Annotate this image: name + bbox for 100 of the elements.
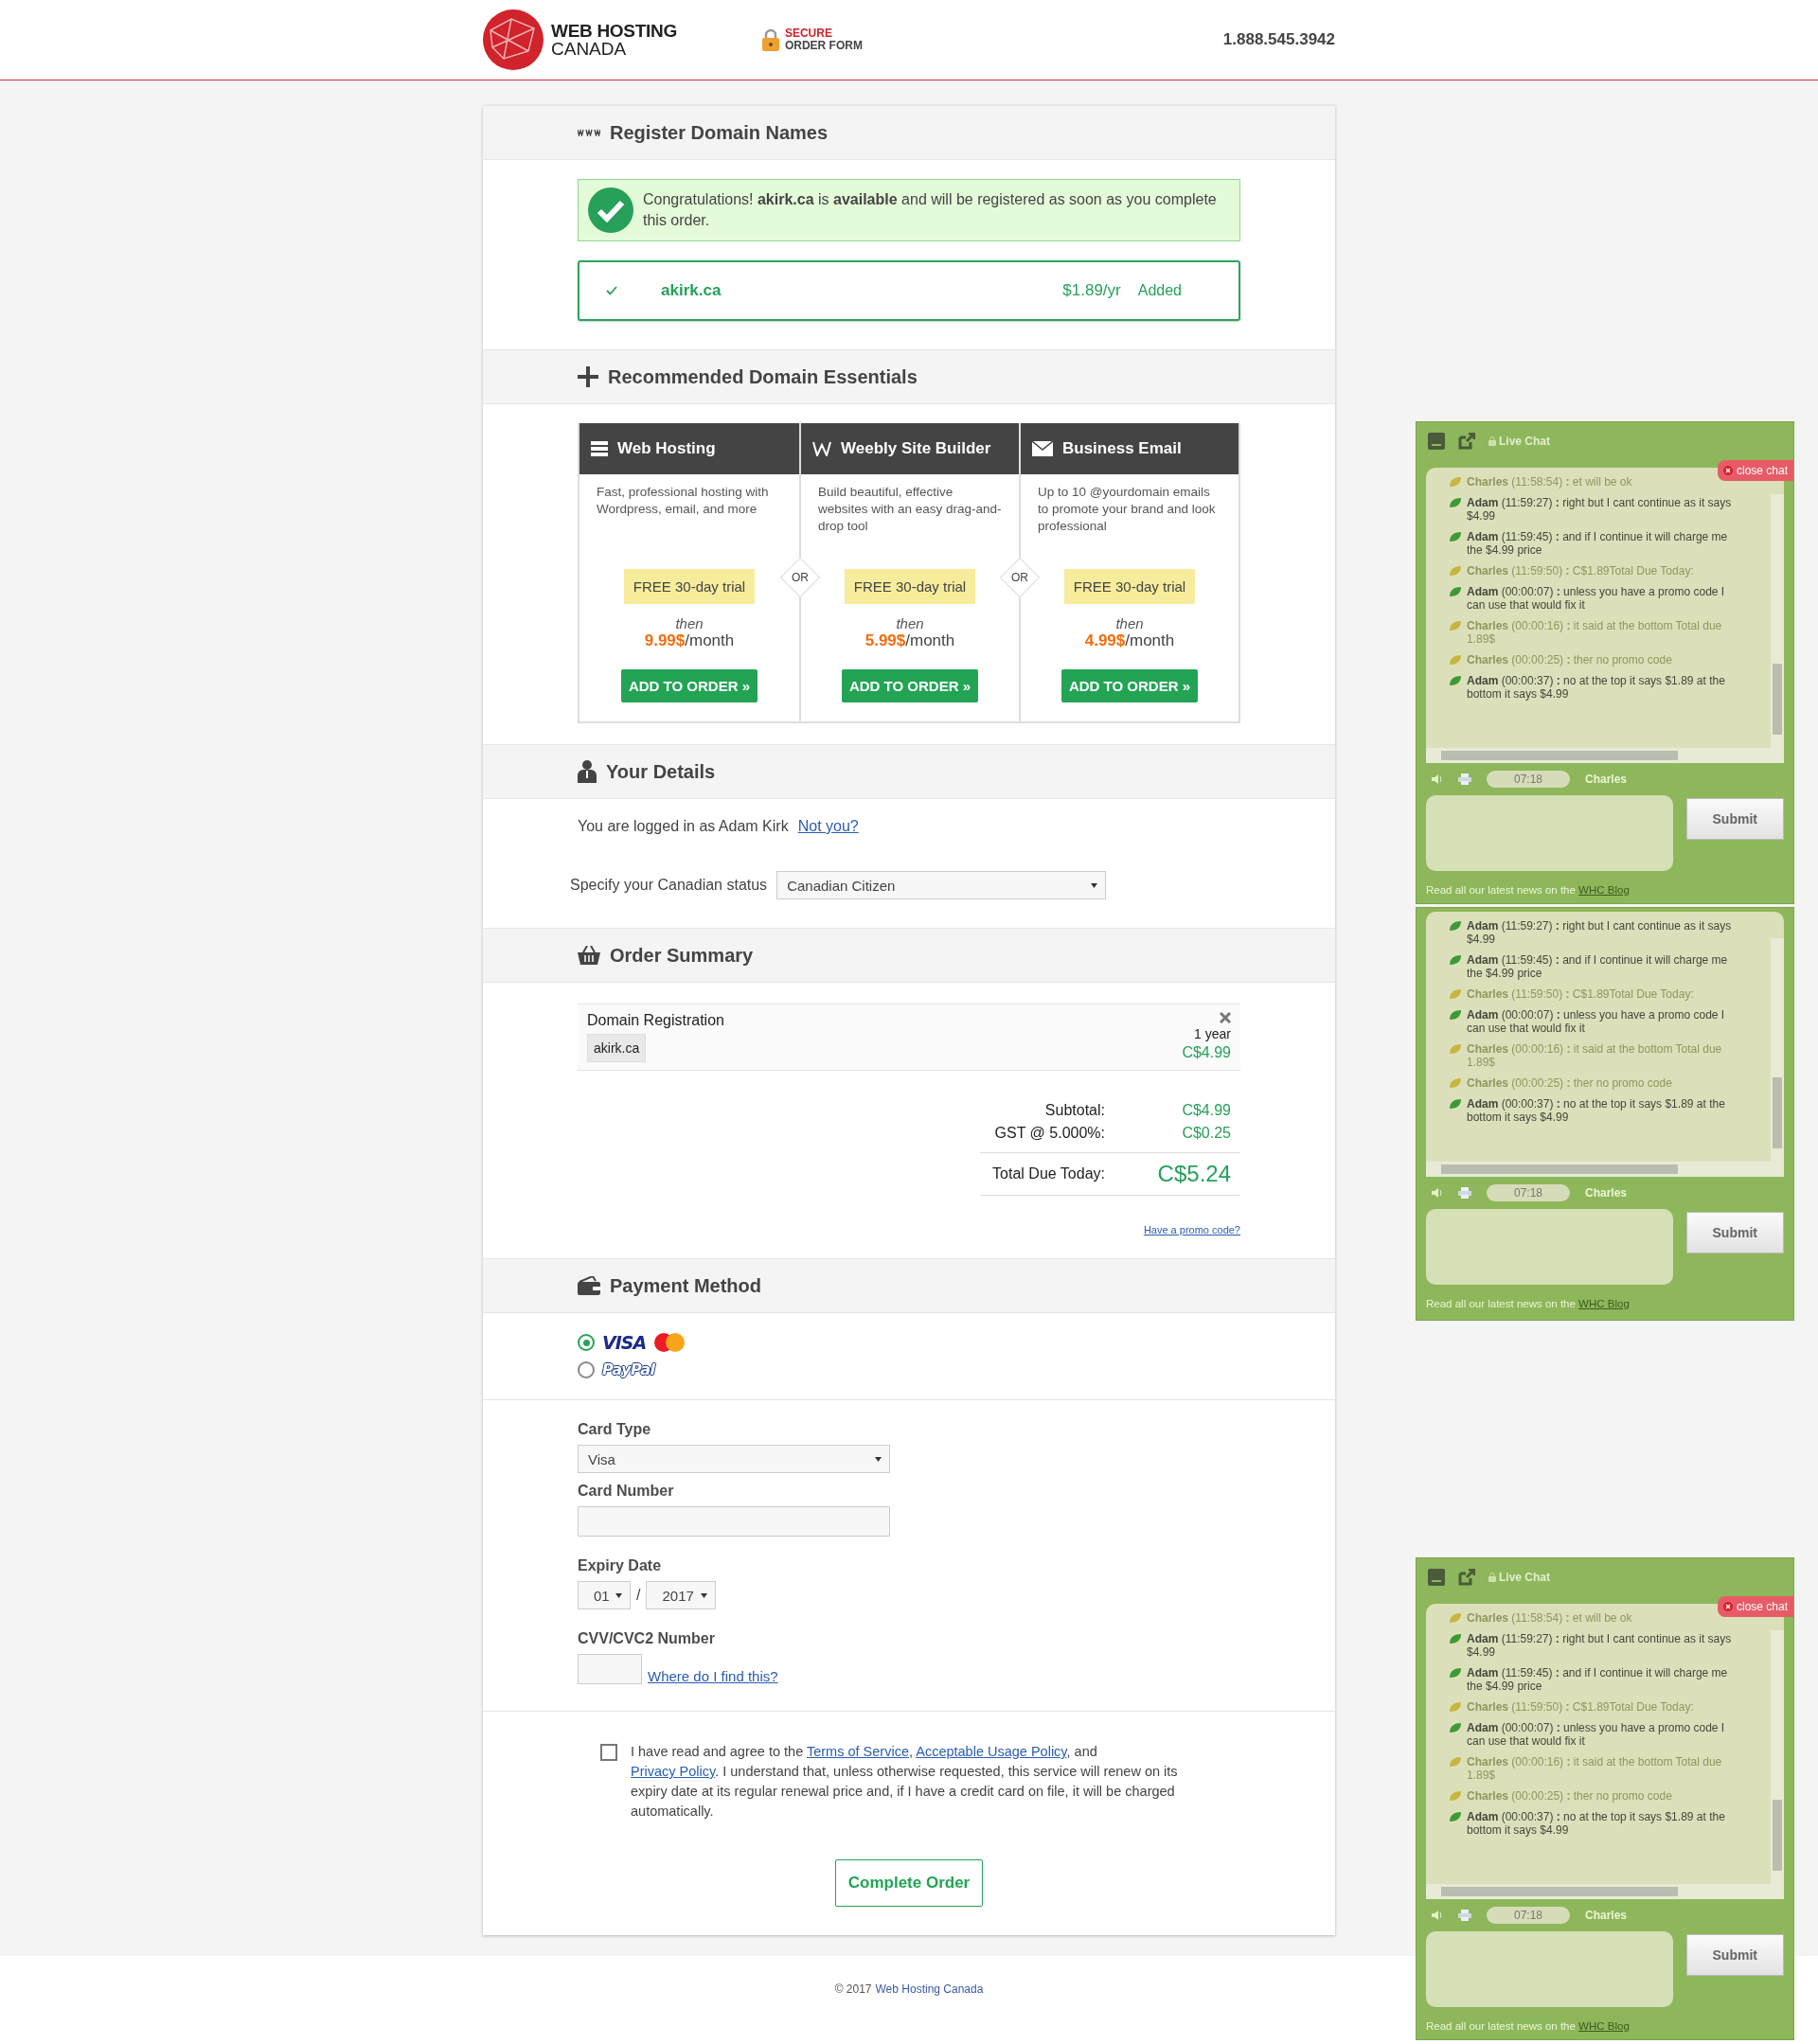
secure-label: SECURE: [784, 27, 833, 40]
agent-name: Charles: [1585, 773, 1628, 786]
scrollbar[interactable]: [1426, 748, 1784, 763]
year-select[interactable]: 2017: [646, 1581, 717, 1609]
chat-input[interactable]: [1426, 1209, 1673, 1285]
promo-code-link[interactable]: Have a promo code?: [1143, 1224, 1240, 1235]
phone-number: 1.888.545.3942: [1222, 30, 1335, 49]
card-number-field[interactable]: [578, 1506, 890, 1537]
chat-message: Adam (00:00:37) : no at the top it says $1.89 at the bottom it says $4.99: [1467, 674, 1726, 701]
lock-icon: [1488, 436, 1496, 446]
close-chat-button[interactable]: close chat: [1717, 1596, 1793, 1617]
item-term: 1 year: [1194, 1026, 1231, 1041]
leaf-icon: [1449, 1667, 1462, 1679]
close-chat-button[interactable]: close chat: [1717, 460, 1793, 481]
chat-input[interactable]: [1426, 1931, 1673, 2007]
leaf-icon: [1449, 675, 1462, 686]
add-to-order-button[interactable]: ADD TO ORDER »: [841, 669, 979, 702]
speaker-icon[interactable]: [1432, 1910, 1443, 1921]
chat-message: Adam (00:00:07) : unless you have a promo code I can use that would fix it: [1467, 1008, 1726, 1035]
scrollbar[interactable]: [1771, 938, 1784, 1162]
printer-icon[interactable]: [1458, 773, 1471, 785]
domain-name: akirk.ca: [661, 281, 722, 300]
section-title: Recommended Domain Essentials: [608, 365, 918, 388]
agree-checkbox[interactable]: [600, 1744, 617, 1761]
chat-input[interactable]: [1426, 795, 1673, 871]
field-label: Expiry Date: [578, 1557, 663, 1574]
card-type-select[interactable]: Visa: [578, 1445, 890, 1473]
payment-radio[interactable]: [578, 1360, 595, 1378]
plus-icon: [578, 366, 598, 387]
chat-message: Adam (11:59:45) : and if I continue it will charge me the $4.99 price: [1467, 953, 1729, 980]
complete-order-button[interactable]: Complete Order: [834, 1859, 984, 1907]
blog-notice: Read all our latest news on the WHC Blog: [1426, 1298, 1631, 1309]
chat-message: Charles (00:00:25) : ther no promo code: [1467, 1789, 1672, 1803]
plan-name: Weebly Site Builder: [841, 439, 991, 458]
popout-icon[interactable]: [1458, 433, 1475, 450]
blog-link[interactable]: WHC Blog: [1578, 884, 1630, 896]
login-status: You are logged in as Adam Kirk: [578, 818, 789, 835]
leaf-icon: [1449, 497, 1462, 508]
month-select[interactable]: 01: [578, 1581, 631, 1609]
paypal-logo: PayPal: [602, 1360, 655, 1378]
leaf-icon: [1449, 1722, 1462, 1733]
caret-icon: [875, 1456, 882, 1462]
popout-icon[interactable]: [1458, 1569, 1475, 1586]
payment-radio[interactable]: [578, 1334, 595, 1351]
caret-icon: [615, 1592, 622, 1598]
blog-link[interactable]: WHC Blog: [1578, 2020, 1630, 2032]
basket-icon: [578, 946, 600, 965]
leaf-icon: [1449, 1790, 1462, 1802]
speaker-icon[interactable]: [1432, 773, 1443, 785]
plan-name: Business Email: [1062, 439, 1182, 458]
chat-message: Adam (11:59:27) : right but I cant continue as it says $4.99: [1467, 1632, 1733, 1659]
policy-link[interactable]: Acceptable Usage Policy: [916, 1744, 1067, 1759]
total-value: C$0.25: [1182, 1125, 1231, 1142]
leaf-icon: [1449, 1009, 1462, 1021]
date-separator: /: [636, 1587, 641, 1604]
cvv-help-link[interactable]: Where do I find this?: [648, 1668, 778, 1684]
caret-icon: [701, 1592, 708, 1598]
scrollbar[interactable]: [1771, 494, 1784, 748]
mastercard-icon: [653, 1333, 686, 1352]
scrollbar[interactable]: [1426, 1162, 1784, 1177]
chat-message: Adam (00:00:37) : no at the top it says $1.89 at the bottom it says $4.99: [1467, 1097, 1726, 1124]
submit-button[interactable]: Submit: [1685, 1212, 1784, 1253]
plan-price: 4.99$: [1084, 631, 1126, 650]
chat-message: Charles (11:59:50) : C$1.89Total Due Today:: [1467, 987, 1694, 1001]
total-label: GST @ 5.000%:: [993, 1125, 1105, 1142]
status-select[interactable]: Canadian Citizen: [776, 871, 1107, 899]
printer-icon[interactable]: [1458, 1187, 1471, 1199]
leaf-icon: [1449, 654, 1462, 666]
caret-icon: [1091, 882, 1098, 888]
add-to-order-button[interactable]: ADD TO ORDER »: [620, 669, 758, 702]
blog-link[interactable]: WHC Blog: [1578, 1298, 1630, 1309]
not-you-link[interactable]: Not you?: [797, 818, 859, 835]
minimize-icon[interactable]: [1428, 433, 1445, 450]
scrollbar[interactable]: [1771, 1630, 1784, 1884]
leaf-icon: [1449, 620, 1462, 631]
remove-icon[interactable]: [1220, 1012, 1231, 1023]
total-label: Total Due Today:: [991, 1165, 1105, 1182]
scrollbar[interactable]: [1426, 1884, 1784, 1899]
submit-button[interactable]: Submit: [1685, 1934, 1784, 1976]
minimize-icon[interactable]: [1428, 1569, 1445, 1586]
printer-icon[interactable]: [1458, 1910, 1471, 1921]
leaf-icon: [1449, 476, 1462, 488]
speaker-icon[interactable]: [1432, 1187, 1443, 1199]
footer-link[interactable]: Web Hosting Canada: [875, 1982, 984, 1996]
leaf-icon: [1449, 1612, 1462, 1624]
submit-button[interactable]: Submit: [1685, 798, 1784, 840]
policy-link[interactable]: Terms of Service: [806, 1744, 909, 1759]
agent-name: Charles: [1585, 1909, 1628, 1922]
cvv-field[interactable]: [578, 1654, 642, 1684]
chat-title: Live Chat: [1488, 435, 1550, 448]
www-icon: [578, 129, 600, 136]
add-to-order-button[interactable]: ADD TO ORDER »: [1060, 669, 1199, 702]
leaf-icon: [1449, 1077, 1462, 1089]
item-price: C$4.99: [1182, 1044, 1231, 1061]
chat-message: Adam (00:00:07) : unless you have a promo code I can use that would fix it: [1467, 1721, 1726, 1748]
chat-timer: 07:18: [1487, 1184, 1570, 1201]
plan-description: Fast, professional hosting with Wordpress, email, and more: [596, 484, 770, 519]
check-circle-icon: [588, 187, 633, 233]
chat-message: Charles (00:00:16) : it said at the bottom Total due 1.89$: [1467, 1755, 1723, 1782]
blog-notice: Read all our latest news on the WHC Blog: [1426, 884, 1631, 896]
